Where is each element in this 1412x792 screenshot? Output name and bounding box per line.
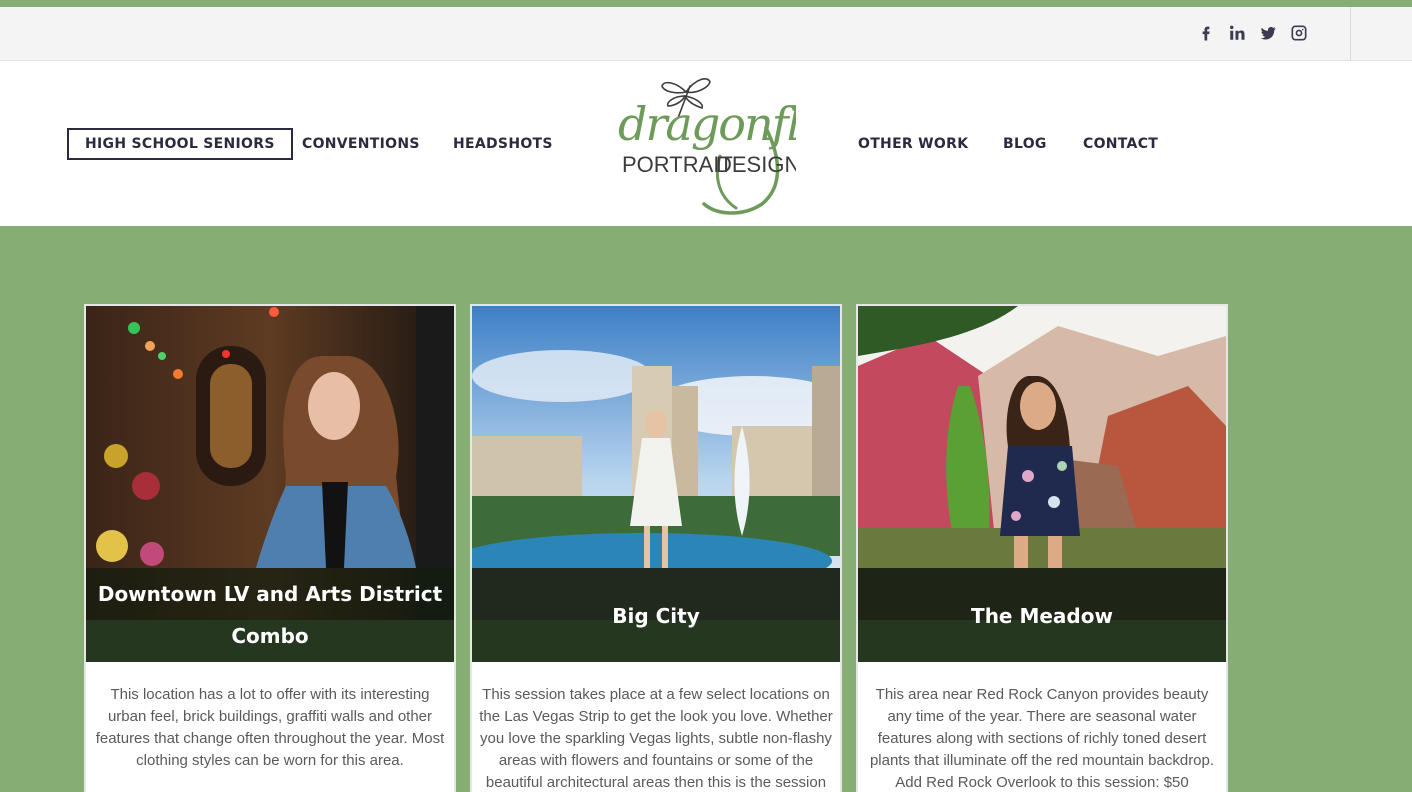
facebook-icon[interactable] [1194,21,1218,45]
nav-high-school-seniors[interactable]: HIGH SCHOOL SENIORS [67,128,293,160]
card-description: This session takes place at a few select… [479,686,833,791]
twitter-icon[interactable] [1256,21,1280,45]
nav-contact[interactable]: CONTACT [1083,128,1158,160]
nav-headshots[interactable]: HEADSHOTS [453,128,553,160]
card-title[interactable]: Big City [472,596,840,637]
social-top-bar [0,7,1412,61]
linkedin-icon[interactable] [1225,21,1249,45]
nav-conventions[interactable]: CONVENTIONS [302,128,420,160]
session-card-meadow[interactable]: The Meadow This area near Red Rock Canyo… [856,304,1228,792]
card-title[interactable]: The Meadow [858,596,1226,637]
logo-line2: DESIGN [716,152,796,177]
top-accent-stripe [0,0,1412,7]
card-description: This location has a lot to offer with it… [95,686,445,769]
nav-blog[interactable]: BLOG [1003,128,1047,160]
card-description: This area near Red Rock Canyon provides … [869,686,1215,791]
card-title-line1[interactable]: Downtown LV and Arts District [86,574,454,615]
topbar-divider [1350,7,1351,61]
card-title-line2[interactable]: Combo [86,616,454,657]
nav-other-work[interactable]: OTHER WORK [858,128,968,160]
instagram-icon[interactable] [1287,21,1311,45]
session-card-downtown[interactable]: Downtown LV and Arts District Combo This… [84,304,456,792]
logo-script: dragonfly [618,97,796,151]
session-card-big-city[interactable]: Big City This session takes place at a f… [470,304,842,792]
site-logo[interactable]: dragonfly PORTRAIT DESIGN [612,66,828,220]
